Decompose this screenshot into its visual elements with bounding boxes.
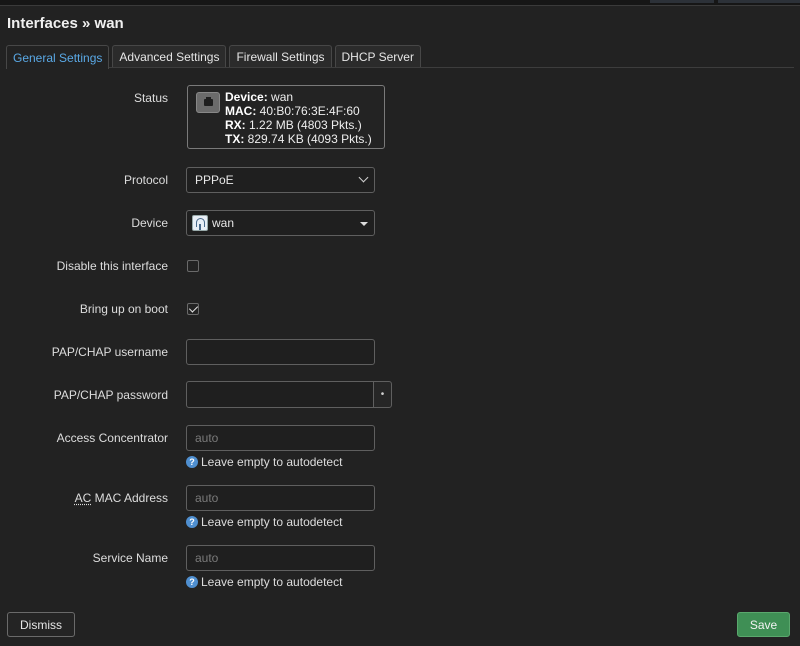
reveal-dot-icon: • bbox=[380, 389, 385, 400]
tab-general-settings[interactable]: General Settings bbox=[6, 45, 110, 69]
tab-advanced-settings[interactable]: Advanced Settings bbox=[112, 45, 227, 68]
protocol-select[interactable]: PPPoE bbox=[186, 167, 375, 193]
hint-text: Leave empty to autodetect bbox=[201, 515, 343, 529]
service-name-input[interactable] bbox=[186, 545, 375, 571]
tab-firewall-settings[interactable]: Firewall Settings bbox=[229, 45, 332, 68]
access-concentrator-label: Access Concentrator bbox=[56, 431, 168, 445]
device-value: wan bbox=[212, 216, 235, 230]
ethernet-port-icon bbox=[196, 92, 220, 113]
caret-down-icon bbox=[360, 222, 368, 226]
tx-key: TX: bbox=[225, 132, 245, 146]
reveal-password-button[interactable]: • bbox=[373, 381, 392, 408]
ac-abbreviation: AC bbox=[74, 491, 92, 505]
save-button[interactable]: Save bbox=[737, 612, 790, 637]
mac-value: 40:B0:76:3E:4F:60 bbox=[256, 104, 360, 118]
device-label: Device bbox=[131, 216, 168, 230]
status-details: Device: wan MAC: 40:B0:76:3E:4F:60 RX: 1… bbox=[225, 90, 372, 146]
help-icon: ? bbox=[186, 576, 198, 588]
chevron-down-icon bbox=[358, 172, 369, 183]
tab-bar: General Settings Advanced Settings Firew… bbox=[6, 45, 421, 69]
device-select[interactable]: wan bbox=[186, 210, 375, 236]
protocol-label: Protocol bbox=[123, 173, 168, 187]
status-label: Status bbox=[133, 91, 168, 105]
status-box: Device: wan MAC: 40:B0:76:3E:4F:60 RX: 1… bbox=[187, 85, 385, 149]
bring-up-on-boot-checkbox[interactable] bbox=[187, 303, 199, 315]
ac-mac-address-input[interactable] bbox=[186, 485, 375, 511]
username-label: PAP/CHAP username bbox=[51, 345, 168, 359]
password-label: PAP/CHAP password bbox=[53, 388, 168, 402]
rx-key: RX: bbox=[225, 118, 246, 132]
ac-mac-address-hint: ? Leave empty to autodetect bbox=[186, 515, 342, 529]
rx-value: 1.22 MB (4803 Pkts.) bbox=[245, 118, 362, 132]
bring-up-on-boot-label: Bring up on boot bbox=[79, 302, 168, 316]
tab-divider bbox=[6, 67, 794, 68]
page-title: Interfaces » wan bbox=[7, 15, 124, 32]
service-name-hint: ? Leave empty to autodetect bbox=[186, 575, 342, 589]
tx-value: 829.74 KB (4093 Pkts.) bbox=[244, 132, 372, 146]
mac-key: MAC: bbox=[225, 104, 257, 118]
help-icon: ? bbox=[186, 516, 198, 528]
hint-text: Leave empty to autodetect bbox=[201, 575, 343, 589]
ac-mac-address-label: AC MAC Address bbox=[75, 491, 168, 505]
wireless-device-icon bbox=[192, 215, 208, 231]
username-input[interactable] bbox=[186, 339, 375, 365]
device-value: wan bbox=[267, 90, 294, 104]
password-input[interactable] bbox=[186, 381, 374, 408]
access-concentrator-input[interactable] bbox=[186, 425, 375, 451]
device-key: Device: bbox=[225, 90, 268, 104]
dismiss-button[interactable]: Dismiss bbox=[7, 612, 75, 637]
tab-dhcp-server[interactable]: DHCP Server bbox=[334, 45, 421, 68]
protocol-value: PPPoE bbox=[195, 173, 234, 187]
top-bar bbox=[0, 0, 800, 6]
disable-interface-label: Disable this interface bbox=[56, 259, 168, 273]
ac-mac-label-rest: MAC Address bbox=[91, 491, 168, 505]
access-concentrator-hint: ? Leave empty to autodetect bbox=[186, 455, 342, 469]
disable-interface-checkbox[interactable] bbox=[187, 260, 199, 272]
service-name-label: Service Name bbox=[92, 551, 168, 565]
hint-text: Leave empty to autodetect bbox=[201, 455, 343, 469]
help-icon: ? bbox=[186, 456, 198, 468]
top-bar-segment bbox=[650, 0, 714, 3]
top-bar-segment bbox=[718, 0, 800, 3]
